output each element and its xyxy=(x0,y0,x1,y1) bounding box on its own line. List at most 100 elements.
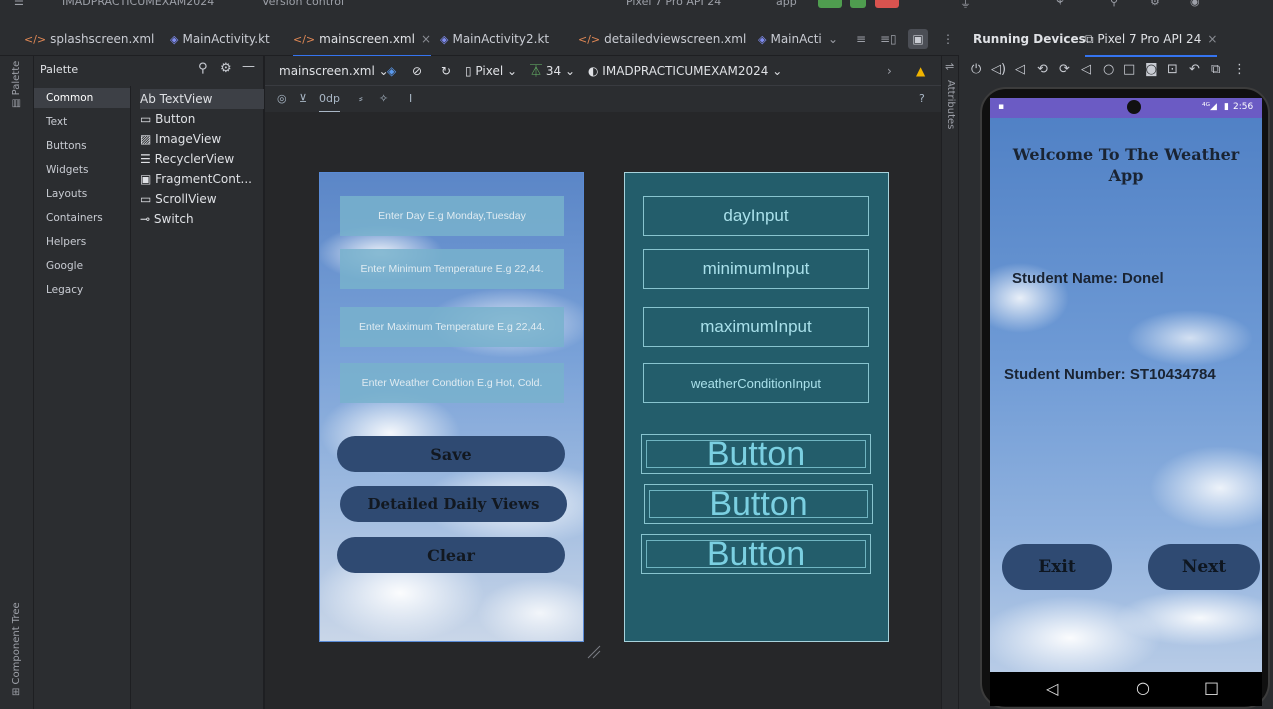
day-input[interactable]: Enter Day E.g Monday,Tuesday xyxy=(340,196,564,236)
blueprint-weather-condition-input[interactable]: weatherConditionInput xyxy=(643,363,869,403)
save-button[interactable]: Save xyxy=(337,436,565,472)
blueprint-view[interactable]: dayInput minimumInput maximumInput weath… xyxy=(624,172,889,642)
detailed-daily-views-button[interactable]: Detailed Daily Views xyxy=(340,486,567,522)
category-google[interactable]: Google xyxy=(34,256,130,276)
device-selector[interactable]: ▯ Pixel ⌄ xyxy=(465,56,517,86)
minimize-icon[interactable]: — xyxy=(242,59,255,74)
code-view-icon[interactable]: ≡ xyxy=(856,22,866,56)
attributes-settings-icon[interactable]: ⇌ xyxy=(945,60,954,73)
component-imageview[interactable]: ▨ ImageView xyxy=(140,129,264,149)
category-layouts[interactable]: Layouts xyxy=(34,184,130,204)
back-nav-icon[interactable]: ◁ xyxy=(1046,679,1058,698)
volume-down-icon[interactable]: ◁ xyxy=(1015,62,1025,77)
tab-mainactivity-truncated[interactable]: ◈ MainActi xyxy=(758,22,822,56)
menu-icon[interactable]: ☰ xyxy=(14,0,24,8)
run-icon[interactable] xyxy=(818,0,842,8)
guidelines-icon[interactable]: I xyxy=(409,86,412,112)
close-tab-icon[interactable]: × xyxy=(421,32,431,46)
settings-icon[interactable]: ⚙ xyxy=(1150,0,1160,8)
clear-constraints-icon[interactable]: ⸗ xyxy=(359,86,363,112)
run-device-selector[interactable]: Pixel 7 Pro API 24 xyxy=(626,0,721,8)
overview-icon[interactable]: □ xyxy=(1123,62,1135,77)
component-switch[interactable]: ⊸ Switch xyxy=(140,209,264,229)
orientation-icon[interactable]: ↻ xyxy=(441,56,451,86)
gear-icon[interactable]: ⚙ xyxy=(220,61,232,76)
default-margin-button[interactable]: 0dp xyxy=(319,86,340,112)
palette-tool-button[interactable]: ▤ Palette xyxy=(11,61,22,108)
undo-icon[interactable]: ↶ xyxy=(1189,62,1200,77)
blueprint-minimum-input[interactable]: minimumInput xyxy=(643,249,869,289)
more-options-icon[interactable]: ⋮ xyxy=(1233,62,1246,77)
extended-controls-icon[interactable]: ⧉ xyxy=(1211,62,1220,77)
design-view-icon[interactable]: ▣ xyxy=(908,29,928,49)
file-selector[interactable]: mainscreen.xml ⌄ xyxy=(279,56,389,86)
close-tab-icon[interactable]: × xyxy=(1207,32,1217,46)
theme-selector[interactable]: ◐ IMADPRACTICUMEXAM2024 ⌄ xyxy=(588,56,782,86)
next-button[interactable]: Next xyxy=(1148,544,1260,590)
warning-icon[interactable]: ▲ xyxy=(916,56,925,86)
rotate-right-icon[interactable]: ⟳ xyxy=(1059,62,1070,77)
tab-mainactivity2[interactable]: ◈ MainActivity2.kt xyxy=(440,22,549,56)
device-tab[interactable]: ⧉ Pixel 7 Pro API 24 × xyxy=(1085,22,1218,57)
debug-icon[interactable] xyxy=(850,0,866,8)
maximum-input[interactable]: Enter Maximum Temperature E.g 22,44. xyxy=(340,307,564,347)
category-common[interactable]: Common xyxy=(34,88,130,108)
category-containers[interactable]: Containers xyxy=(34,208,130,228)
component-tree-tool-button[interactable]: ⊞ Component Tree xyxy=(11,602,22,696)
design-preview[interactable]: Enter Day E.g Monday,Tuesday Enter Minim… xyxy=(319,172,584,642)
home-icon[interactable]: ○ xyxy=(1103,62,1114,77)
component-scrollview[interactable]: ▭ ScrollView xyxy=(140,189,264,209)
blueprint-button-clear[interactable]: Button xyxy=(641,534,871,574)
category-legacy[interactable]: Legacy xyxy=(34,280,130,300)
component-fragmentcontainer[interactable]: ▣ FragmentCont... xyxy=(140,169,264,189)
screen-record-icon[interactable]: ⊡ xyxy=(1167,62,1178,77)
component-button[interactable]: ▭ Button xyxy=(140,109,264,129)
back-icon[interactable]: ◁ xyxy=(1081,62,1091,77)
design-surface-icon[interactable]: ◈ xyxy=(387,56,396,86)
rotate-left-icon[interactable]: ⟲ xyxy=(1037,62,1048,77)
category-helpers[interactable]: Helpers xyxy=(34,232,130,252)
blueprint-day-input[interactable]: dayInput xyxy=(643,196,869,236)
help-icon[interactable]: ? xyxy=(919,86,925,112)
tab-mainactivity[interactable]: ◈ MainActivity.kt xyxy=(170,22,270,56)
minimum-input[interactable]: Enter Minimum Temperature E.g 22,44. xyxy=(340,249,564,289)
category-text[interactable]: Text xyxy=(34,112,130,132)
search-everywhere-icon[interactable]: ⚲ xyxy=(1110,0,1118,8)
project-name[interactable]: IMADPRACTICUMEXAM2024 xyxy=(62,0,214,8)
run-config[interactable]: app xyxy=(776,0,797,8)
weather-condition-input[interactable]: Enter Weather Condtion E.g Hot, Cold. xyxy=(340,363,564,403)
home-nav-icon[interactable]: ○ xyxy=(1136,678,1150,697)
tab-detailedviewscreen[interactable]: </> detailedviewscreen.xml xyxy=(578,22,746,56)
blueprint-toggle-icon[interactable]: ⊘ xyxy=(412,56,422,86)
attributes-tool-button[interactable]: Attributes xyxy=(945,80,956,129)
component-textview[interactable]: Ab TextView xyxy=(140,89,264,109)
more-options-icon[interactable]: ⋮ xyxy=(942,22,954,56)
tabs-dropdown-icon[interactable]: ⌄ xyxy=(828,22,838,56)
blueprint-button-detailed[interactable]: Button xyxy=(644,484,873,524)
tab-splashscreen[interactable]: </> splashscreen.xml xyxy=(24,22,154,56)
autoconnect-icon[interactable]: ⊻ xyxy=(299,86,307,112)
chevron-right-icon[interactable]: › xyxy=(887,56,892,86)
tab-mainscreen[interactable]: </> mainscreen.xml × xyxy=(293,22,432,57)
api-selector[interactable]: ⏄ 34 ⌄ xyxy=(530,56,575,86)
blueprint-maximum-input[interactable]: maximumInput xyxy=(643,307,869,347)
view-options-icon[interactable]: ◎ xyxy=(277,86,287,112)
vcs-menu[interactable]: Version control xyxy=(262,0,344,8)
blueprint-button-save[interactable]: Button xyxy=(641,434,871,474)
stop-icon[interactable] xyxy=(875,0,899,8)
profiler-icon[interactable]: ⏚ xyxy=(960,0,971,11)
volume-up-icon[interactable]: ◁) xyxy=(991,62,1006,77)
exit-button[interactable]: Exit xyxy=(1002,544,1112,590)
search-icon[interactable]: ⚲ xyxy=(198,61,208,76)
device-screen[interactable]: Welcome To The Weather App Student Name:… xyxy=(990,98,1262,672)
screenshot-icon[interactable]: ◙ xyxy=(1145,62,1158,77)
split-view-icon[interactable]: ≡▯ xyxy=(880,22,897,56)
category-widgets[interactable]: Widgets xyxy=(34,160,130,180)
recents-nav-icon[interactable]: □ xyxy=(1204,678,1219,697)
infer-constraints-icon[interactable]: ✧ xyxy=(379,86,388,112)
clear-button[interactable]: Clear xyxy=(337,537,565,573)
power-icon[interactable]: ⏻ xyxy=(971,62,981,77)
ai-assistant-icon[interactable]: ◉ xyxy=(1190,0,1200,8)
resize-handle[interactable] xyxy=(584,642,604,662)
component-recyclerview[interactable]: ☰ RecyclerView xyxy=(140,149,264,169)
